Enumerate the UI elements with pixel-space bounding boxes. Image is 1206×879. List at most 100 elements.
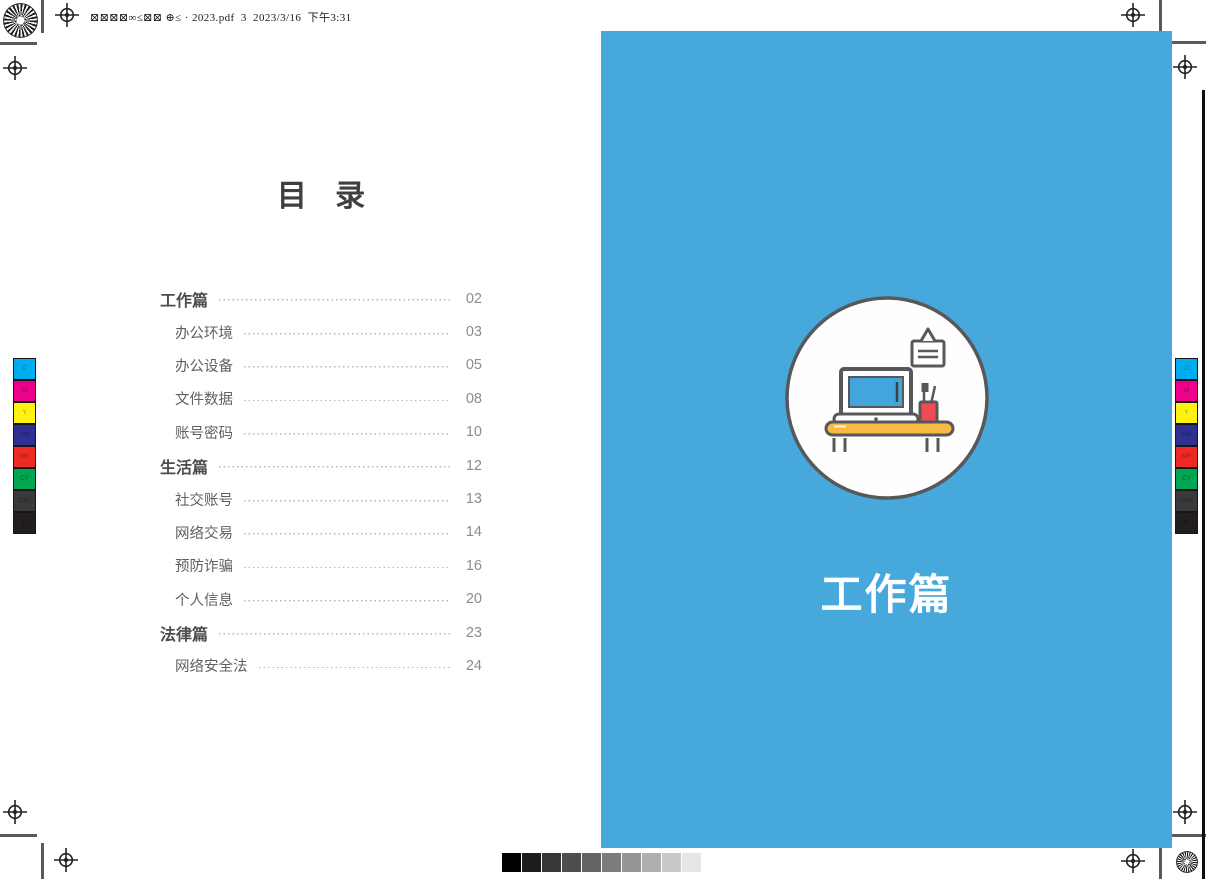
toc-entry-page-number: 10 [460,424,482,440]
toc-entry-label: 账号密码 [175,422,233,443]
cmyk-patch-label: CY [1182,476,1190,482]
toc-leader-dots [244,366,450,368]
grayscale-patch [682,853,701,872]
crop-line [41,0,44,33]
registration-mark-icon [55,3,79,27]
grayscale-patch [522,853,541,872]
page-edge-line [1202,90,1205,879]
toc-page-title: 目 录 [160,171,482,215]
cmyk-patch: M [1175,380,1198,402]
grayscale-calibration-bar [502,853,701,872]
toc-entry[interactable]: 办公设备 05 [160,349,482,382]
crop-line [41,843,44,879]
cmyk-patch-label: CM [20,432,29,438]
crop-line [1168,41,1206,44]
registration-mark-icon [1121,849,1145,873]
toc-leader-dots [219,299,450,301]
cmyk-patch-label: CMY [18,498,31,504]
toc-entry[interactable]: 法律篇 23 [160,616,482,649]
toc-leader-dots [244,433,450,435]
toc-leader-dots [244,533,450,535]
registration-mark-icon [54,848,78,872]
toc-entry[interactable]: 文件数据 08 [160,382,482,415]
registration-mark-icon [3,800,27,824]
toc-list: 工作篇 02 办公环境 03 办公设备 05 文件数据 08 账号密码 10 生… [160,282,482,683]
chapter-cover-page: 工作篇 [601,31,1172,848]
crop-line [0,834,37,837]
cmyk-patch-label: CMY [1180,498,1193,504]
cmyk-patch-label: Y [22,410,26,416]
registration-mark-icon [1173,800,1197,824]
toc-leader-dots [244,399,450,401]
registration-mark-icon [3,56,27,80]
chapter-cover-title: 工作篇 [601,561,1172,622]
cmyk-patch: CMY [1175,490,1198,512]
cmyk-patch-label: K [22,520,26,526]
toc-entry-label: 生活篇 [160,454,208,478]
toc-entry-page-number: 13 [460,491,482,507]
grayscale-patch [642,853,661,872]
toc-leader-dots [219,633,450,635]
cmyk-color-bar-right: C M Y CM MY CY CMY K [1175,358,1198,534]
cmyk-patch: CY [13,468,36,490]
toc-entry-label: 办公环境 [175,322,233,343]
desk-illustration-icon [784,295,990,506]
toc-entry-label: 工作篇 [160,287,208,311]
toc-entry[interactable]: 网络安全法 24 [160,649,482,682]
cmyk-patch: K [1175,512,1198,534]
registration-mark-icon [1121,3,1145,27]
cmyk-patch: Y [13,402,36,424]
toc-entry-page-number: 24 [460,658,482,674]
grayscale-patch [602,853,621,872]
toc-entry[interactable]: 工作篇 02 [160,282,482,315]
grayscale-patch [502,853,521,872]
toc-entry-page-number: 16 [460,558,482,574]
toc-leader-dots [259,666,451,668]
crop-line [1168,834,1206,837]
cmyk-patch: C [1175,358,1198,380]
toc-leader-dots [244,566,450,568]
registration-mark-icon [1173,55,1197,79]
cmyk-patch: MY [1175,446,1198,468]
pdf-file-info-header: ⊠⊠⊠⊠∞≤⊠⊠ ⊕≤ · 2023.pdf 3 2023/3/16 下午3:3… [90,9,352,25]
toc-entry[interactable]: 社交账号 13 [160,482,482,515]
cmyk-patch-label: Y [1184,410,1188,416]
crop-line [1159,0,1162,33]
cmyk-patch: CY [1175,468,1198,490]
toc-entry[interactable]: 账号密码 10 [160,416,482,449]
toc-entry[interactable]: 办公环境 03 [160,315,482,348]
toc-entry-label: 网络安全法 [175,655,248,676]
toc-entry[interactable]: 网络交易 14 [160,516,482,549]
cmyk-patch-label: M [22,388,27,394]
toc-entry-page-number: 03 [460,324,482,340]
toc-entry-label: 文件数据 [175,388,233,409]
grayscale-patch [622,853,641,872]
toc-entry-page-number: 20 [460,591,482,607]
toc-entry[interactable]: 生活篇 12 [160,449,482,482]
grayscale-patch [582,853,601,872]
grayscale-patch [562,853,581,872]
crop-line [0,42,37,45]
cmyk-patch-label: M [1184,388,1189,394]
cmyk-patch-label: MY [20,454,29,460]
toc-entry-page-number: 14 [460,524,482,540]
cmyk-patch: CM [1175,424,1198,446]
toc-entry-label: 预防诈骗 [175,555,233,576]
toc-entry[interactable]: 预防诈骗 16 [160,549,482,582]
grayscale-patch [662,853,681,872]
toc-entry-label: 网络交易 [175,522,233,543]
cmyk-patch: K [13,512,36,534]
star-target-icon [1176,851,1198,873]
cmyk-patch: Y [1175,402,1198,424]
toc-entry-page-number: 23 [460,625,482,641]
toc-entry[interactable]: 个人信息 20 [160,583,482,616]
toc-entry-label: 法律篇 [160,621,208,645]
star-target-icon [3,3,38,38]
pdf-print-proof-page: { "header": { "file_info": "⊠⊠⊠⊠∞≤⊠⊠ ⊕≤ … [0,0,1206,879]
cmyk-patch: CMY [13,490,36,512]
toc-entry-page-number: 05 [460,357,482,373]
cmyk-patch-label: C [1184,366,1188,372]
toc-entry-page-number: 02 [460,291,482,307]
cmyk-color-bar-left: C M Y CM MY CY CMY K [13,358,36,534]
cmyk-patch-label: CY [20,476,28,482]
